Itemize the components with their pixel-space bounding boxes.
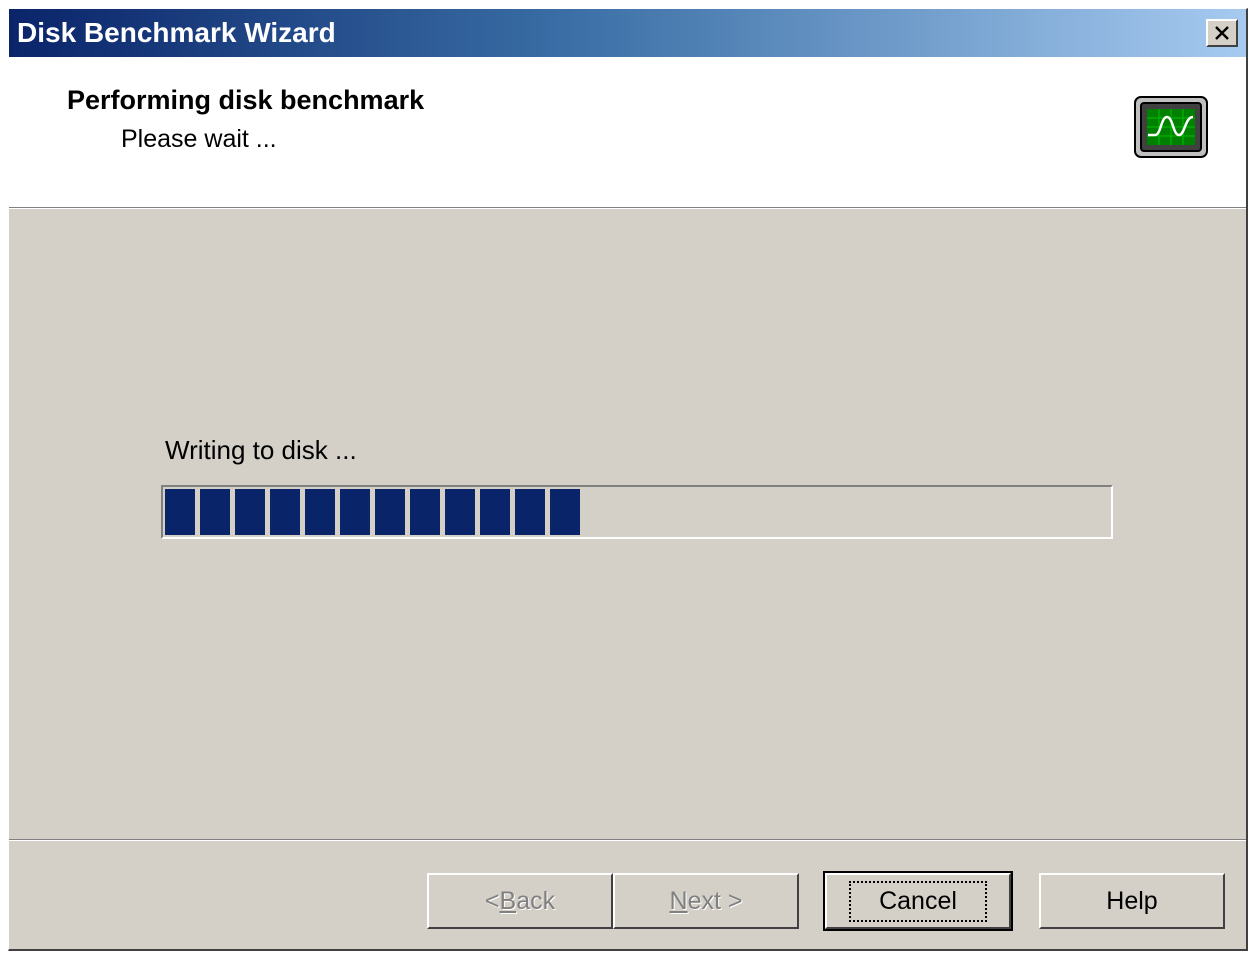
cancel-button-label: Cancel bbox=[849, 880, 987, 922]
progress-fill bbox=[165, 489, 580, 535]
title-bar[interactable]: Disk Benchmark Wizard bbox=[9, 9, 1246, 57]
back-button-prefix: < bbox=[484, 886, 500, 915]
back-button-mnemonic: B bbox=[499, 886, 517, 915]
close-button[interactable] bbox=[1206, 19, 1238, 47]
page-title: Performing disk benchmark bbox=[67, 85, 425, 115]
monitor-waveform-icon bbox=[1134, 96, 1208, 158]
next-button-mnemonic: N bbox=[669, 886, 688, 915]
back-button[interactable]: < Back bbox=[427, 873, 613, 929]
close-icon bbox=[1215, 26, 1229, 40]
wizard-header: Performing disk benchmark Please wait ..… bbox=[9, 57, 1246, 207]
header-separator bbox=[9, 207, 1246, 209]
progress-bar bbox=[161, 485, 1113, 539]
cancel-button[interactable]: Cancel bbox=[823, 871, 1013, 931]
window-title: Disk Benchmark Wizard bbox=[17, 17, 336, 48]
help-button[interactable]: Help bbox=[1039, 873, 1225, 929]
back-button-label: ack bbox=[516, 886, 556, 915]
wizard-window: Disk Benchmark Wizard Performing disk be… bbox=[8, 8, 1248, 951]
help-button-label: Help bbox=[1106, 886, 1158, 915]
footer-separator bbox=[9, 839, 1246, 841]
status-text: Writing to disk ... bbox=[165, 435, 357, 465]
page-subtitle: Please wait ... bbox=[121, 125, 277, 153]
next-button-label: ext > bbox=[687, 886, 743, 915]
next-button[interactable]: Next > bbox=[613, 873, 799, 929]
